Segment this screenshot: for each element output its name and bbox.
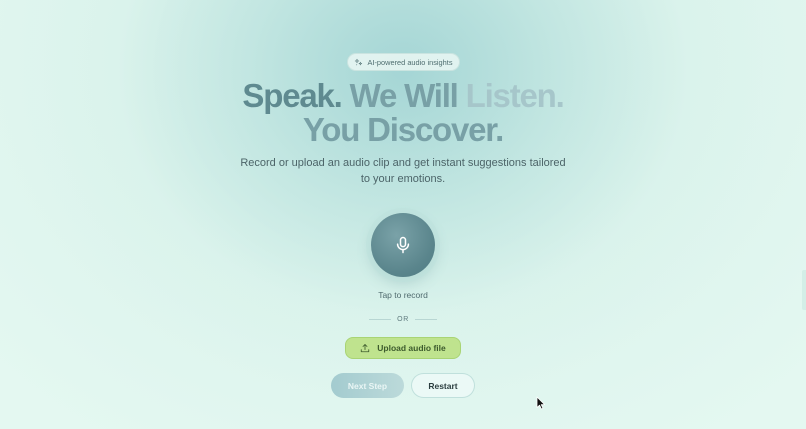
ai-badge: AI-powered audio insights <box>347 53 460 71</box>
next-step-button[interactable]: Next Step <box>331 373 404 398</box>
main-content: AI-powered audio insights Speak. We Will… <box>0 0 806 429</box>
headline-word-listen: Listen. <box>465 77 565 114</box>
microphone-icon <box>393 235 413 255</box>
or-divider: OR <box>369 313 438 325</box>
page-subtitle: Record or upload an audio clip and get i… <box>240 157 566 185</box>
restart-button[interactable]: Restart <box>411 373 475 398</box>
upload-icon <box>360 343 370 353</box>
upload-label: Upload audio file <box>377 343 446 353</box>
headline-line-1: Speak. We Will Listen. <box>0 79 806 113</box>
headline-word-speak: Speak. <box>242 77 342 114</box>
headline-you-discover: You Discover. <box>302 111 504 148</box>
mouse-cursor-icon <box>536 396 545 410</box>
divider-line-right <box>414 318 438 320</box>
upload-audio-button[interactable]: Upload audio file <box>345 337 461 359</box>
sparkle-icon <box>354 58 363 67</box>
divider-label: OR <box>397 315 409 323</box>
record-button[interactable] <box>371 213 435 277</box>
badge-label: AI-powered audio insights <box>367 57 453 67</box>
record-label: Tap to record <box>378 290 428 300</box>
divider-line-left <box>369 318 392 320</box>
headline-line-2: You Discover. <box>0 113 806 147</box>
headline-word-we-will: We Will <box>349 77 459 114</box>
